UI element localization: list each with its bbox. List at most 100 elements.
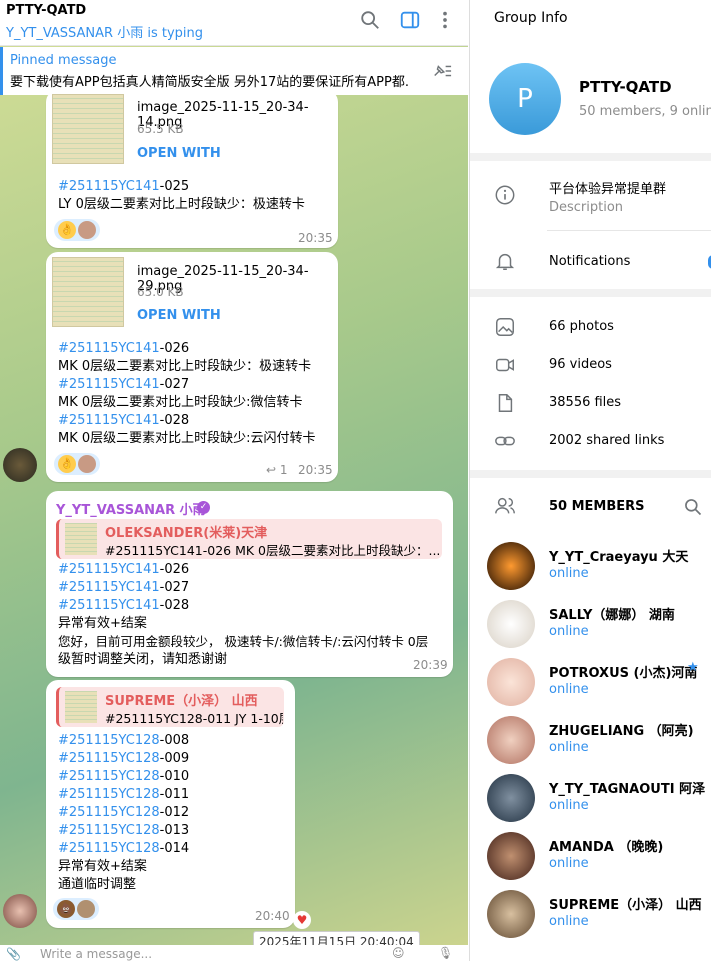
pinned-message-bar[interactable]: Pinned message 要下载使有APP包括真人精简版安全版 另外17站的… xyxy=(0,47,468,95)
reply-sender: OLEKSANDER(米莱)天津 xyxy=(105,526,268,541)
reactions[interactable]: 👌 xyxy=(54,219,100,241)
reply-sender: SUPREME（小泽） 山西 xyxy=(105,694,258,709)
message-bubble[interactable]: Y_YT_VASSANAR 小雨 ✓ OLEKSANDER(米莱)天津 #251… xyxy=(46,491,453,677)
sender-name[interactable]: Y_YT_VASSANAR 小雨 xyxy=(56,499,206,518)
member-name: SUPREME（小泽） 山西 xyxy=(549,898,702,913)
member-avatar xyxy=(487,774,535,822)
emoji-icon[interactable]: ☺ xyxy=(392,946,405,960)
hashtag-link[interactable]: #251115YC128 xyxy=(58,823,160,838)
hashtag-link[interactable]: #251115YC141 xyxy=(58,377,160,392)
open-with-button[interactable]: OPEN WITH xyxy=(137,308,221,323)
hashtag-link[interactable]: #251115YC141 xyxy=(58,580,160,595)
media-row-files[interactable]: 38556 files xyxy=(470,384,711,422)
group-details-section: 平台体验异常提单群 Description Notifications xyxy=(470,161,711,289)
hashtag-link[interactable]: #251115YC141 xyxy=(58,341,160,356)
message-line: 通道临时调整 xyxy=(58,877,137,892)
message-input[interactable]: Write a message... xyxy=(40,947,152,961)
message-time: 20:39 xyxy=(413,658,448,672)
more-icon[interactable] xyxy=(434,9,456,31)
hashtag-link[interactable]: #251115YC128 xyxy=(58,769,160,784)
message-line: #251115YC141-026 xyxy=(58,562,190,577)
shared-media-section: 66 photos 96 videos 38556 files 2002 sha… xyxy=(470,297,711,470)
member-status: online xyxy=(549,624,589,639)
group-description: 平台体验异常提单群 xyxy=(549,182,667,197)
member-row[interactable]: SALLY（娜娜） 湖南 online xyxy=(470,596,711,654)
reactions[interactable]: 💩 xyxy=(53,898,99,920)
link-icon xyxy=(495,436,515,446)
pin-list-icon[interactable] xyxy=(431,61,453,81)
composer: 📎 Write a message... ☺ 🎙 xyxy=(0,945,468,961)
media-label: 96 videos xyxy=(549,357,612,372)
media-label: 38556 files xyxy=(549,395,622,410)
member-row[interactable]: POTROXUS (小杰)河南 ★ online xyxy=(470,654,711,712)
pinned-title: Pinned message xyxy=(10,53,117,68)
member-status: online xyxy=(549,740,589,755)
sidebar-toggle-icon[interactable] xyxy=(399,9,421,31)
reactor-avatar xyxy=(77,900,95,918)
hashtag-link[interactable]: #251115YC128 xyxy=(58,751,160,766)
member-row[interactable]: Y_TY_TAGNAOUTI 阿泽 online xyxy=(470,770,711,828)
image-thumbnail[interactable] xyxy=(52,257,124,327)
chat-header: PTTY-QATD Y_YT_VASSANAR 小雨 is typing xyxy=(0,0,468,46)
group-avatar[interactable]: P xyxy=(489,63,561,135)
hashtag-link[interactable]: #251115YC141 xyxy=(58,413,160,428)
reactor-avatar xyxy=(78,455,96,473)
attach-icon[interactable]: 📎 xyxy=(6,947,21,961)
microphone-icon[interactable]: 🎙 xyxy=(438,946,453,960)
member-status: online xyxy=(549,798,589,813)
sender-avatar[interactable] xyxy=(3,894,37,928)
search-icon[interactable] xyxy=(359,9,381,31)
hashtag-link[interactable]: #251115YC128 xyxy=(58,787,160,802)
photo-icon xyxy=(496,318,514,336)
message-bubble[interactable]: image_2025-11-15_20-34-14.png 65.5 KB OP… xyxy=(46,90,338,248)
media-row-links[interactable]: 2002 shared links xyxy=(470,422,711,460)
media-row-photos[interactable]: 66 photos xyxy=(470,308,711,346)
chat-title[interactable]: PTTY-QATD xyxy=(6,3,86,18)
message-bubble[interactable]: SUPREME（小泽） 山西 #251115YC128-011 JY 1-10层… xyxy=(46,680,295,928)
bell-icon xyxy=(495,253,515,270)
reply-quote[interactable]: SUPREME（小泽） 山西 #251115YC128-011 JY 1-10层… xyxy=(56,687,284,727)
member-row[interactable]: ZHUGELIANG （阿亮) online xyxy=(470,712,711,770)
hashtag-link[interactable]: #251115YC128 xyxy=(58,841,160,856)
member-row[interactable]: AMANDA （晚晚) online xyxy=(470,828,711,886)
verified-icon: ✓ xyxy=(197,501,210,514)
notifications-label[interactable]: Notifications xyxy=(549,254,630,269)
heart-reaction-icon[interactable]: ♥ xyxy=(293,911,311,929)
message-line: #251115YC141-027 xyxy=(58,580,190,595)
reply-quote[interactable]: OLEKSANDER(米莱)天津 #251115YC141-026 MK 0层级… xyxy=(56,519,442,559)
hashtag-link[interactable]: #251115YC128 xyxy=(58,805,160,820)
reply-thumbnail xyxy=(65,691,97,723)
message-line: 异常有效+结案 xyxy=(58,859,147,874)
message-time: 20:35 xyxy=(298,231,333,245)
message-time: 20:40 xyxy=(255,909,290,923)
member-row[interactable]: SUPREME（小泽） 山西 online xyxy=(470,886,711,944)
member-status: online xyxy=(549,566,589,581)
member-status: online xyxy=(549,856,589,871)
hashtag-link[interactable]: #251115YC141 xyxy=(58,562,160,577)
group-info-panel: Group Info P PTTY-QATD 50 members, 9 onl… xyxy=(469,0,711,961)
hashtag-link[interactable]: #251115YC141 xyxy=(58,179,160,194)
pinned-text: 要下载使有APP包括真人精简版安全版 另外17站的要保证所有APP都... xyxy=(10,75,410,90)
message-line: #251115YC128-009 xyxy=(58,751,190,766)
file-size: 65.0 KB xyxy=(137,285,184,299)
message-time: 20:35 xyxy=(298,463,333,477)
hashtag-link[interactable]: #251115YC141 xyxy=(58,598,160,613)
message-line: 级暂时调整关闭，请知悉谢谢 xyxy=(58,652,228,667)
member-avatar xyxy=(487,542,535,590)
reply-count[interactable]: ↩ 1 xyxy=(266,463,288,477)
message-line: MK 0层级二要素对比上时段缺少:云闪付转卡 xyxy=(58,431,316,446)
group-name: PTTY-QATD xyxy=(579,78,672,96)
reactions[interactable]: 👌 xyxy=(54,453,100,475)
member-search-icon[interactable] xyxy=(683,497,703,517)
message-bubble[interactable]: image_2025-11-15_20-34-29.png 65.0 KB OP… xyxy=(46,252,338,482)
image-thumbnail[interactable] xyxy=(52,94,124,164)
reply-text: #251115YC128-011 JY 1-10层... xyxy=(105,711,283,726)
member-row[interactable]: Y_YT_Craeyayu 大天 online xyxy=(470,538,711,596)
message-line: LY 0层级二要素对比上时段缺少：极速转卡 xyxy=(58,197,305,212)
open-with-button[interactable]: OPEN WITH xyxy=(137,146,221,161)
reaction-hand-icon: 👌 xyxy=(58,455,76,473)
member-name: Y_YT_Craeyayu 大天 xyxy=(549,550,689,565)
sender-avatar[interactable] xyxy=(3,448,37,482)
hashtag-link[interactable]: #251115YC128 xyxy=(58,733,160,748)
media-row-videos[interactable]: 96 videos xyxy=(470,346,711,384)
